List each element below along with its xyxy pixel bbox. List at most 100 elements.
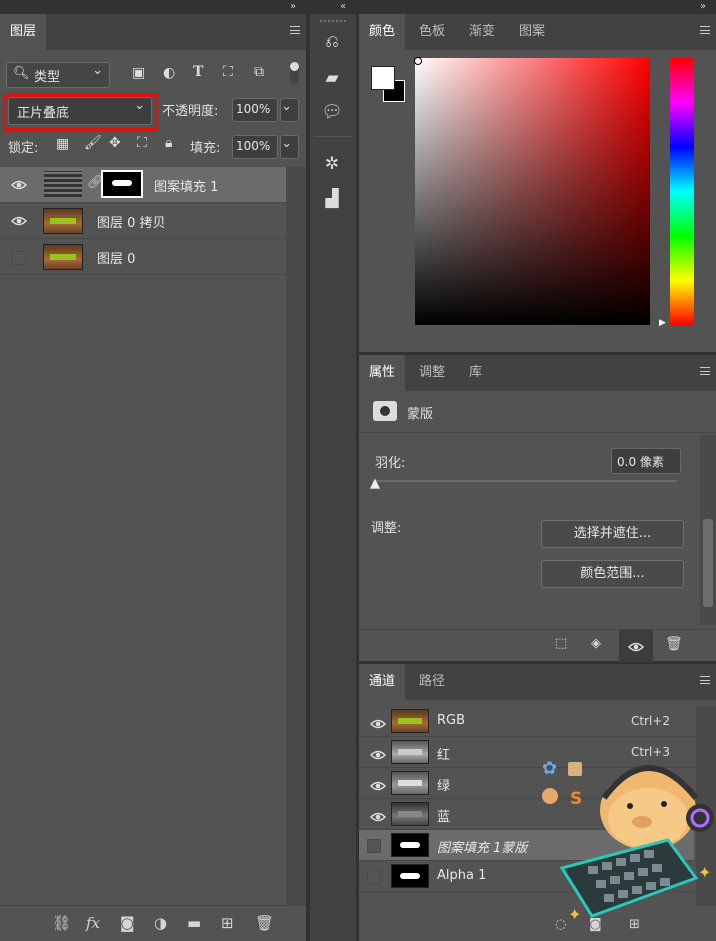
- properties-panel: 属性 调整 库 蒙版 羽化: 0.0 像素 ▲ 调整: 选择并遮住... 颜色范…: [359, 355, 716, 662]
- mask-label: 蒙版: [407, 407, 434, 422]
- smartobject-filter-icon[interactable]: ⧉: [254, 64, 264, 80]
- history-icon[interactable]: ⎌: [320, 32, 344, 56]
- capybara-sticker: ✿ S ✦ ✦: [542, 758, 714, 924]
- eye-icon[interactable]: [370, 749, 386, 761]
- collapse-icon[interactable]: »: [290, 1, 296, 12]
- shape-filter-icon[interactable]: ⛶: [223, 64, 233, 80]
- eye-icon[interactable]: [370, 811, 386, 823]
- channel-thumbnail: [391, 709, 429, 733]
- panel-menu-icon[interactable]: [700, 26, 710, 34]
- lock-artboard-icon[interactable]: ⛶: [137, 135, 147, 151]
- color-field[interactable]: [415, 58, 650, 325]
- panel-menu-icon[interactable]: [700, 367, 710, 375]
- layer-thumbnail: [43, 244, 83, 270]
- eye-icon[interactable]: [628, 641, 644, 653]
- highlight-box: [3, 94, 158, 131]
- actions-icon[interactable]: ▰: [320, 68, 344, 92]
- comments-icon[interactable]: 💬︎: [320, 102, 344, 126]
- tab-patterns[interactable]: 图案: [509, 14, 555, 50]
- filter-toggle[interactable]: [290, 62, 299, 84]
- visibility-checkbox[interactable]: [367, 870, 381, 884]
- apply-mask-icon[interactable]: ◈: [591, 636, 601, 651]
- eye-icon[interactable]: [370, 780, 386, 792]
- tab-channels[interactable]: 通道: [359, 664, 406, 700]
- fill-input[interactable]: 100%: [232, 135, 278, 159]
- add-mask-icon[interactable]: ◙: [120, 914, 135, 932]
- visibility-checkbox[interactable]: [12, 251, 26, 265]
- channel-shortcut: Ctrl+2: [630, 714, 670, 728]
- image-filter-icon[interactable]: ▣: [132, 65, 145, 81]
- channel-thumbnail: [391, 864, 429, 888]
- opacity-value: 100%: [236, 102, 271, 116]
- hue-slider[interactable]: [670, 58, 694, 325]
- tab-swatches[interactable]: 色板: [409, 14, 455, 50]
- load-selection-icon[interactable]: ⬚: [555, 636, 567, 651]
- fx-icon[interactable]: fx: [86, 914, 100, 932]
- fill-dropdown[interactable]: [280, 135, 299, 159]
- layer-thumbnail: [43, 208, 83, 234]
- layer-row[interactable]: 图层 0 拷贝: [0, 203, 286, 239]
- layer-row[interactable]: 🔗︎ 图案填充 1: [0, 167, 286, 203]
- channel-thumbnail: [391, 833, 429, 857]
- layers-list: 🔗︎ 图案填充 1 图层 0 拷贝 图层 0: [0, 167, 286, 277]
- adjustment-filter-icon[interactable]: ◐: [163, 65, 175, 81]
- tab-paths[interactable]: 路径: [409, 664, 455, 700]
- pattern-thumbnail: [44, 171, 82, 197]
- channel-name: RGB: [437, 713, 466, 728]
- svg-text:S: S: [570, 789, 582, 809]
- tab-layers[interactable]: 图层: [0, 14, 47, 50]
- color-panel: 颜色 色板 渐变 图案 ▶: [359, 14, 716, 352]
- layer-row[interactable]: 图层 0: [0, 239, 286, 275]
- channel-name: Alpha 1: [437, 868, 487, 883]
- expand-icon[interactable]: «: [340, 1, 346, 12]
- tab-color[interactable]: 颜色: [359, 14, 406, 50]
- color-picker-handle[interactable]: [414, 57, 422, 65]
- panel-menu-icon[interactable]: [700, 676, 710, 684]
- opacity-dropdown[interactable]: [280, 98, 299, 122]
- channel-row[interactable]: RGB Ctrl+2: [359, 706, 694, 737]
- histogram-icon[interactable]: ▟: [320, 189, 344, 213]
- tab-adjustments[interactable]: 调整: [409, 355, 455, 391]
- feather-slider-handle[interactable]: ▲: [370, 476, 380, 491]
- panel-menu-icon[interactable]: [290, 26, 300, 34]
- eye-icon[interactable]: [11, 215, 27, 227]
- hue-slider-handle[interactable]: ▶: [659, 318, 666, 328]
- layer-filter-select[interactable]: 🔍︎ 类型: [6, 62, 110, 88]
- lock-brush-icon[interactable]: 🖌︎: [84, 135, 102, 151]
- mask-thumbnail[interactable]: [101, 170, 143, 198]
- color-range-button[interactable]: 颜色范围...: [541, 560, 684, 588]
- eye-icon[interactable]: [370, 718, 386, 730]
- lock-label: 锁定:: [8, 141, 39, 156]
- tab-gradients[interactable]: 渐变: [459, 14, 505, 50]
- trash-icon[interactable]: 🗑︎: [665, 636, 683, 652]
- text-filter-icon[interactable]: T: [193, 64, 203, 80]
- new-layer-icon[interactable]: ⊞: [221, 914, 234, 932]
- feather-slider[interactable]: [373, 480, 677, 482]
- properties-scrollbar[interactable]: [700, 435, 716, 625]
- visibility-checkbox[interactable]: [367, 839, 381, 853]
- folder-icon[interactable]: ▬: [187, 914, 201, 932]
- eye-icon[interactable]: [11, 179, 27, 191]
- foreground-color-swatch[interactable]: [371, 66, 395, 90]
- side-toolbar: ⎌ ▰ 💬︎ ✲ ▟: [310, 14, 356, 941]
- trash-icon[interactable]: 🗑︎: [255, 914, 274, 932]
- lock-transparent-icon[interactable]: ▦: [56, 136, 69, 152]
- layer-name: 图层 0: [97, 252, 136, 267]
- feather-input[interactable]: 0.0 像素: [611, 448, 681, 474]
- navigator-icon[interactable]: ✲: [320, 154, 344, 178]
- tab-libraries[interactable]: 库: [459, 355, 492, 391]
- adjustment-layer-icon[interactable]: ◑: [154, 914, 167, 932]
- adjust-label: 调整:: [371, 521, 402, 536]
- lock-move-icon[interactable]: ✥: [109, 135, 121, 151]
- layers-scrollbar[interactable]: [286, 167, 306, 905]
- select-and-mask-button[interactable]: 选择并遮住...: [541, 520, 684, 548]
- collapse-icon-right[interactable]: »: [700, 1, 706, 12]
- svg-text:✿: ✿: [542, 758, 557, 779]
- channel-name: 图案填充 1蒙版: [437, 841, 528, 856]
- opacity-input[interactable]: 100%: [232, 98, 278, 122]
- svg-text:✦: ✦: [698, 863, 711, 882]
- link-layers-icon[interactable]: ⛓: [52, 914, 71, 932]
- tab-properties[interactable]: 属性: [359, 355, 406, 391]
- layers-bottom-bar: ⛓ fx ◙ ◑ ▬ ⊞ 🗑︎: [0, 905, 306, 941]
- lock-all-icon[interactable]: 🔒︎: [165, 135, 172, 151]
